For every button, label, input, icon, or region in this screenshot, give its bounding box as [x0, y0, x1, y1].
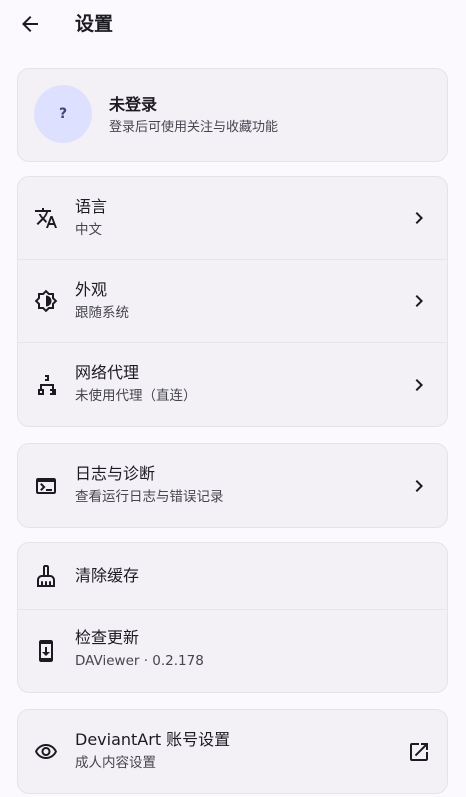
deviantart-subtitle: 成人内容设置	[75, 755, 156, 771]
account-row[interactable]: ? 未登录 登录后可使用关注与收藏功能	[18, 69, 447, 161]
appearance-title: 外观	[75, 280, 108, 299]
eye-icon	[34, 740, 58, 764]
app-version: DAViewer · 0.2.178	[75, 653, 204, 669]
back-button[interactable]	[16, 10, 44, 38]
logs-title: 日志与诊断	[75, 464, 156, 483]
check-update-title: 检查更新	[75, 628, 140, 647]
proxy-title: 网络代理	[75, 363, 140, 382]
deviantart-title: DeviantArt 账号设置	[75, 730, 231, 749]
proxy-row[interactable]: 网络代理 未使用代理（直连）	[18, 343, 447, 426]
page-title: 设置	[75, 13, 114, 35]
general-settings-card: 语言 中文 外观 跟随系统 网络代理 未使用代理（直连）	[17, 176, 448, 427]
chevron-right-icon	[407, 474, 431, 498]
appearance-value: 跟随系统	[75, 305, 129, 321]
translate-icon	[34, 206, 58, 230]
clear-cache-row[interactable]: 清除缓存	[18, 543, 447, 610]
maintenance-card: 清除缓存 检查更新 DAViewer · 0.2.178	[17, 542, 448, 693]
top-app-bar: 设置	[0, 0, 466, 48]
deviantart-account-row[interactable]: DeviantArt 账号设置 成人内容设置	[18, 710, 447, 793]
proxy-value: 未使用代理（直连）	[75, 388, 197, 404]
chevron-right-icon	[407, 289, 431, 313]
deviantart-card: DeviantArt 账号设置 成人内容设置	[17, 709, 448, 794]
system-update-icon	[34, 639, 58, 663]
logs-card: 日志与诊断 查看运行日志与错误记录	[17, 443, 448, 528]
chevron-right-icon	[407, 373, 431, 397]
clear-cache-title: 清除缓存	[75, 566, 140, 585]
check-update-row[interactable]: 检查更新 DAViewer · 0.2.178	[18, 610, 447, 692]
open-external-icon	[407, 740, 431, 764]
appearance-row[interactable]: 外观 跟随系统	[18, 260, 447, 343]
terminal-icon	[34, 474, 58, 498]
avatar: ?	[34, 85, 92, 143]
language-value: 中文	[75, 222, 102, 238]
language-row[interactable]: 语言 中文	[18, 177, 447, 260]
account-title: 未登录	[109, 95, 158, 114]
language-title: 语言	[75, 197, 108, 216]
network-icon	[34, 373, 58, 397]
brightness-icon	[34, 289, 58, 313]
avatar-text: ?	[58, 106, 68, 122]
arrow-back-icon	[18, 12, 42, 36]
logs-row[interactable]: 日志与诊断 查看运行日志与错误记录	[18, 444, 447, 527]
broom-icon	[34, 564, 58, 588]
logs-subtitle: 查看运行日志与错误记录	[75, 489, 224, 505]
account-card: ? 未登录 登录后可使用关注与收藏功能	[17, 68, 448, 162]
chevron-right-icon	[407, 206, 431, 230]
account-subtitle: 登录后可使用关注与收藏功能	[109, 120, 279, 135]
